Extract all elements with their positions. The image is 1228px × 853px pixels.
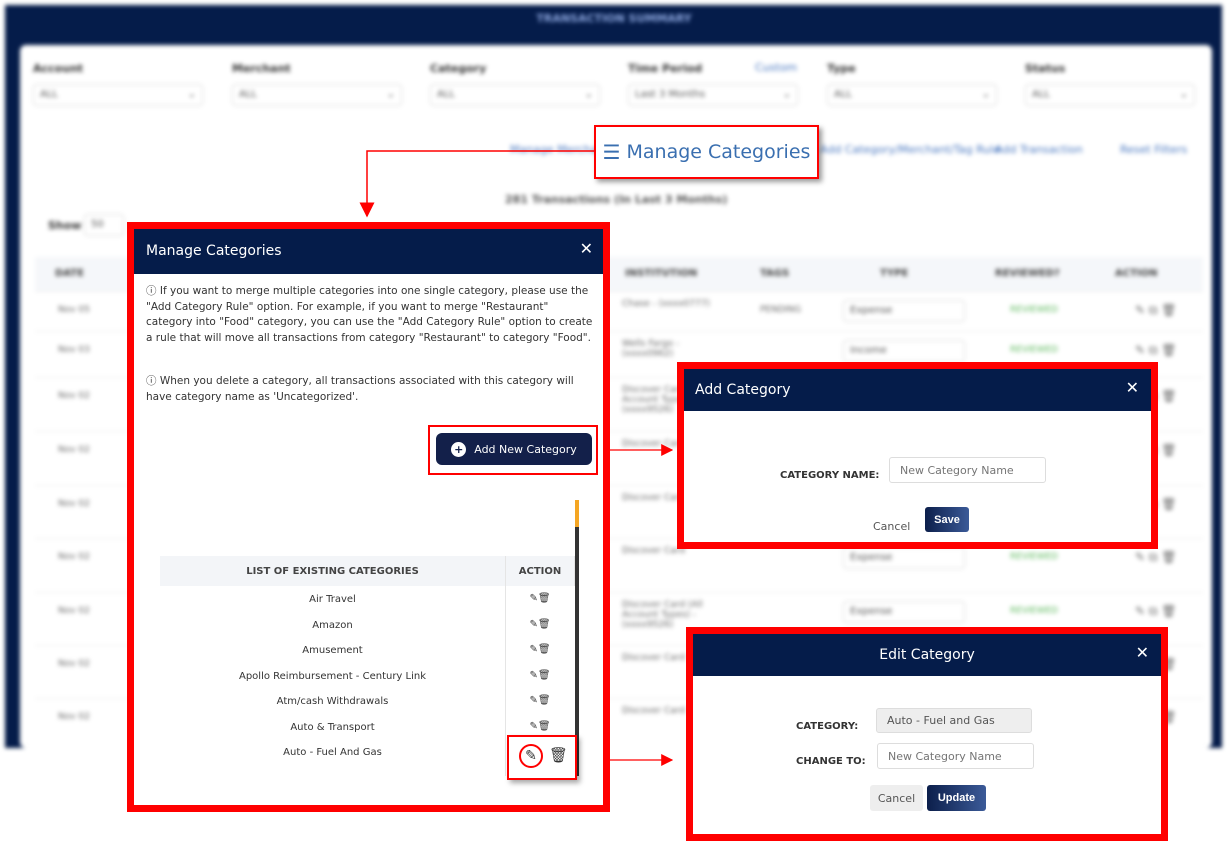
- category-actions: ✎🗑: [505, 619, 575, 630]
- pencil-icon[interactable]: ✎: [529, 619, 537, 630]
- close-icon[interactable]: ✕: [580, 239, 593, 258]
- column-divider: [505, 556, 506, 776]
- trash-icon[interactable]: 🗑: [538, 695, 551, 706]
- category-row: Amusement: [302, 645, 363, 656]
- category-actions: ✎🗑: [505, 721, 575, 732]
- trash-icon[interactable]: 🗑: [538, 721, 551, 732]
- dialog-header: Manage Categories ✕: [134, 229, 603, 274]
- category-actions: ✎🗑: [505, 695, 575, 706]
- dialog-title: Manage Categories: [146, 243, 282, 259]
- dialog-header: Edit Category ✕: [693, 634, 1161, 676]
- list-icon: ☰: [602, 140, 621, 164]
- info-icon: ⓘ: [146, 285, 160, 297]
- category-row: Auto - Fuel And Gas: [283, 747, 382, 758]
- dialog-title: Add Category: [695, 382, 791, 398]
- dialog-header: Add Category ✕: [684, 369, 1151, 411]
- action-header: ACTION: [518, 566, 562, 577]
- add-category-dialog: Add Category ✕ CATEGORY NAME: Cancel Sav…: [677, 362, 1158, 549]
- close-icon[interactable]: ✕: [1136, 643, 1149, 662]
- category-row: Atm/cash Withdrawals: [276, 696, 389, 707]
- current-category-field: Auto - Fuel and Gas: [876, 708, 1032, 733]
- trash-icon[interactable]: 🗑: [538, 670, 551, 681]
- list-header: LIST OF EXISTING CATEGORIES: [246, 566, 419, 577]
- category-actions: ✎🗑: [505, 670, 575, 681]
- pencil-icon[interactable]: ✎: [519, 744, 543, 768]
- trash-icon[interactable]: 🗑: [538, 644, 551, 655]
- category-actions: ✎🗑: [505, 644, 575, 655]
- category-row: Air Travel: [309, 594, 356, 605]
- category-name-label: CATEGORY NAME:: [780, 470, 880, 481]
- delete-info: ⓘ When you delete a category, all transa…: [146, 375, 574, 403]
- pencil-icon[interactable]: ✎: [529, 644, 537, 655]
- dialog-title: Edit Category: [879, 647, 975, 663]
- plus-circle-icon: +: [451, 441, 467, 457]
- trash-icon[interactable]: 🗑: [538, 619, 551, 630]
- merge-info: ⓘ If you want to merge multiple categori…: [146, 285, 593, 344]
- manage-categories-label: Manage Categories: [626, 141, 811, 163]
- add-new-category-button[interactable]: + Add New Category: [436, 433, 592, 465]
- close-icon[interactable]: ✕: [1126, 378, 1139, 397]
- change-to-input[interactable]: [877, 743, 1034, 769]
- category-row: Amazon: [312, 620, 353, 631]
- edit-category-dialog: Edit Category ✕ CATEGORY: Auto - Fuel an…: [686, 627, 1168, 841]
- pencil-icon[interactable]: ✎: [529, 695, 537, 706]
- cancel-button[interactable]: Cancel: [870, 785, 923, 811]
- category-label: CATEGORY:: [796, 721, 859, 732]
- save-button[interactable]: Save: [925, 507, 969, 532]
- category-row: Apollo Reimbursement - Century Link: [238, 671, 427, 682]
- pencil-icon[interactable]: ✎: [529, 721, 537, 732]
- category-name-input[interactable]: [889, 457, 1046, 483]
- pencil-icon[interactable]: ✎: [529, 593, 537, 604]
- update-button[interactable]: Update: [927, 785, 986, 811]
- category-actions: ✎🗑: [505, 593, 575, 604]
- category-row: Auto & Transport: [290, 722, 375, 733]
- edit-icon-highlight: ✎ 🗑: [507, 735, 577, 780]
- pencil-icon[interactable]: ✎: [529, 670, 537, 681]
- info-icon: ⓘ: [146, 375, 160, 387]
- arrow-to-manage-dialog: [359, 150, 594, 218]
- trash-icon[interactable]: 🗑: [549, 746, 568, 764]
- manage-categories-callout[interactable]: ☰ Manage Categories: [594, 125, 819, 179]
- change-to-label: CHANGE TO:: [796, 756, 866, 767]
- trash-icon[interactable]: 🗑: [538, 593, 551, 604]
- cancel-button[interactable]: Cancel: [873, 520, 910, 533]
